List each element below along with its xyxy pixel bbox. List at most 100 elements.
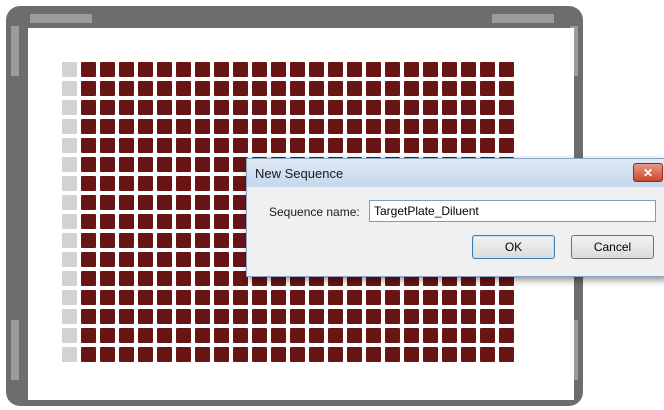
filled-well[interactable] [195,157,210,172]
filled-well[interactable] [480,62,495,77]
filled-well[interactable] [195,62,210,77]
filled-well[interactable] [233,119,248,134]
filled-well[interactable] [81,328,96,343]
filled-well[interactable] [176,195,191,210]
filled-well[interactable] [157,233,172,248]
empty-well[interactable] [62,271,77,286]
filled-well[interactable] [461,328,476,343]
filled-well[interactable] [423,138,438,153]
filled-well[interactable] [119,271,134,286]
filled-well[interactable] [252,328,267,343]
filled-well[interactable] [81,81,96,96]
filled-well[interactable] [81,290,96,305]
filled-well[interactable] [290,309,305,324]
filled-well[interactable] [119,157,134,172]
filled-well[interactable] [119,233,134,248]
filled-well[interactable] [271,290,286,305]
filled-well[interactable] [195,81,210,96]
filled-well[interactable] [138,214,153,229]
filled-well[interactable] [252,81,267,96]
empty-well[interactable] [62,233,77,248]
filled-well[interactable] [404,328,419,343]
filled-well[interactable] [328,100,343,115]
filled-well[interactable] [100,119,115,134]
filled-well[interactable] [119,328,134,343]
filled-well[interactable] [309,309,324,324]
filled-well[interactable] [347,62,362,77]
filled-well[interactable] [81,271,96,286]
filled-well[interactable] [385,100,400,115]
filled-well[interactable] [138,328,153,343]
filled-well[interactable] [366,119,381,134]
filled-well[interactable] [100,252,115,267]
filled-well[interactable] [81,176,96,191]
filled-well[interactable] [157,157,172,172]
filled-well[interactable] [81,252,96,267]
filled-well[interactable] [385,138,400,153]
filled-well[interactable] [271,328,286,343]
filled-well[interactable] [480,328,495,343]
filled-well[interactable] [195,214,210,229]
filled-well[interactable] [366,138,381,153]
filled-well[interactable] [499,100,514,115]
filled-well[interactable] [100,157,115,172]
filled-well[interactable] [252,100,267,115]
filled-well[interactable] [176,290,191,305]
filled-well[interactable] [138,176,153,191]
filled-well[interactable] [328,290,343,305]
filled-well[interactable] [119,214,134,229]
filled-well[interactable] [81,138,96,153]
filled-well[interactable] [176,347,191,362]
filled-well[interactable] [480,347,495,362]
filled-well[interactable] [100,309,115,324]
filled-well[interactable] [499,309,514,324]
empty-well[interactable] [62,157,77,172]
filled-well[interactable] [480,290,495,305]
filled-well[interactable] [81,309,96,324]
filled-well[interactable] [233,309,248,324]
filled-well[interactable] [404,62,419,77]
filled-well[interactable] [328,347,343,362]
filled-well[interactable] [290,62,305,77]
filled-well[interactable] [176,81,191,96]
filled-well[interactable] [100,100,115,115]
filled-well[interactable] [290,138,305,153]
filled-well[interactable] [233,62,248,77]
filled-well[interactable] [81,157,96,172]
filled-well[interactable] [347,138,362,153]
filled-well[interactable] [176,176,191,191]
filled-well[interactable] [499,119,514,134]
filled-well[interactable] [309,138,324,153]
filled-well[interactable] [252,62,267,77]
filled-well[interactable] [119,347,134,362]
filled-well[interactable] [461,347,476,362]
dialog-titlebar[interactable]: New Sequence ✕ [247,159,664,187]
filled-well[interactable] [309,347,324,362]
filled-well[interactable] [423,309,438,324]
filled-well[interactable] [404,347,419,362]
filled-well[interactable] [100,233,115,248]
filled-well[interactable] [214,138,229,153]
filled-well[interactable] [176,214,191,229]
filled-well[interactable] [233,347,248,362]
filled-well[interactable] [138,62,153,77]
filled-well[interactable] [214,290,229,305]
filled-well[interactable] [138,290,153,305]
filled-well[interactable] [157,62,172,77]
empty-well[interactable] [62,62,77,77]
filled-well[interactable] [214,81,229,96]
filled-well[interactable] [442,119,457,134]
filled-well[interactable] [385,290,400,305]
empty-well[interactable] [62,347,77,362]
filled-well[interactable] [309,328,324,343]
filled-well[interactable] [157,328,172,343]
filled-well[interactable] [252,347,267,362]
filled-well[interactable] [100,195,115,210]
filled-well[interactable] [214,328,229,343]
filled-well[interactable] [81,233,96,248]
filled-well[interactable] [100,62,115,77]
filled-well[interactable] [385,347,400,362]
filled-well[interactable] [81,100,96,115]
filled-well[interactable] [404,138,419,153]
filled-well[interactable] [214,233,229,248]
